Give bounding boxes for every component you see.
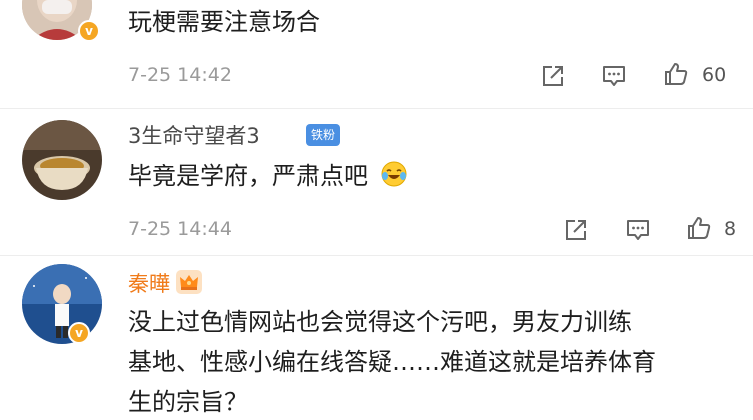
comment-item: 3生命守望者3 铁粉 毕竟是学府，严肃点吧 7-25 14:44 8 xyxy=(0,110,753,256)
like-icon[interactable] xyxy=(662,60,690,88)
comment-text: 玩梗需要注意场合 xyxy=(128,8,320,36)
laugh-cry-emoji-icon xyxy=(380,160,408,188)
share-icon[interactable] xyxy=(562,216,590,244)
username[interactable]: 秦曄 xyxy=(128,268,170,298)
comment-text-line: 没上过色情网站也会觉得这个污吧，男友力训练 xyxy=(128,308,632,336)
comment-text-line: 基地、性感小编在线答疑……难道这就是培养体育 xyxy=(128,348,656,376)
comment-item: v 玩梗需要注意场合 7-25 14:42 60 xyxy=(0,0,753,110)
comment-text-content: 毕竟是学府，严肃点吧 xyxy=(128,162,368,190)
avatar[interactable] xyxy=(22,120,102,200)
comment-text-line: 生的宗旨？ xyxy=(128,388,248,416)
comment-item: v 秦曄 没上过色情网站也会觉得这个污吧，男友力训练 基地、性感小编在线答疑……… xyxy=(0,256,753,420)
crown-badge-icon xyxy=(176,270,202,294)
comment-time: 7-25 14:44 xyxy=(128,218,232,240)
divider xyxy=(0,108,753,109)
like-count: 8 xyxy=(724,218,737,240)
like-count: 60 xyxy=(702,64,727,86)
comment-text: 毕竟是学府，严肃点吧 xyxy=(128,158,408,194)
verified-badge-icon: v xyxy=(68,322,90,344)
username[interactable]: 3生命守望者3 xyxy=(128,120,260,150)
verified-badge-icon: v xyxy=(78,20,100,42)
like-icon[interactable] xyxy=(685,214,713,242)
share-icon[interactable] xyxy=(539,62,567,90)
comment-icon[interactable] xyxy=(600,62,628,90)
comment-icon[interactable] xyxy=(624,216,652,244)
fan-badge: 铁粉 xyxy=(306,124,341,146)
avatar[interactable] xyxy=(22,264,102,344)
comment-time: 7-25 14:42 xyxy=(128,64,232,86)
